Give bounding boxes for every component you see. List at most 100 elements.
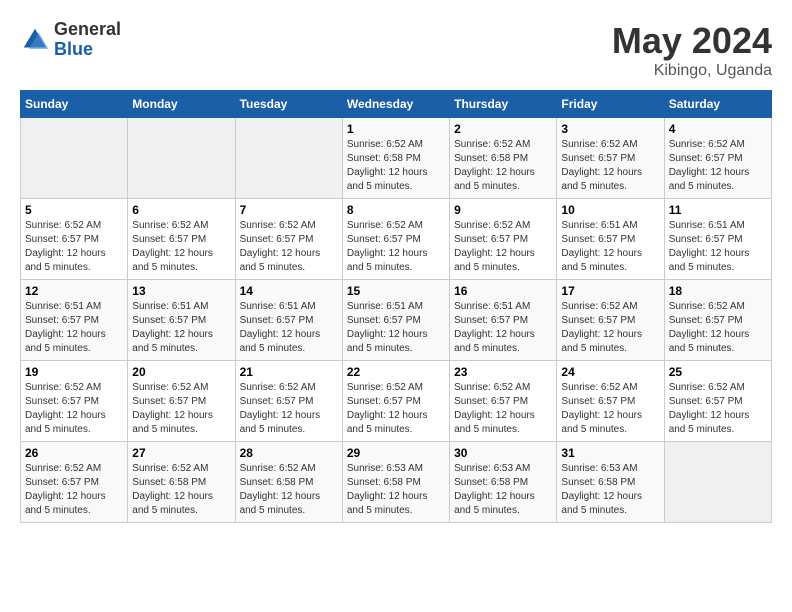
daylight-text: Daylight: 12 hours and 5 minutes. [347, 248, 428, 273]
calendar-day-cell: 12 Sunrise: 6:51 AM Sunset: 6:57 PM Dayl… [21, 280, 128, 361]
daylight-text: Daylight: 12 hours and 5 minutes. [561, 329, 642, 354]
sunset-text: Sunset: 6:57 PM [669, 315, 743, 326]
sunset-text: Sunset: 6:57 PM [132, 315, 206, 326]
calendar-header-cell: Wednesday [342, 91, 449, 118]
day-info: Sunrise: 6:52 AM Sunset: 6:58 PM Dayligh… [240, 462, 338, 518]
sunset-text: Sunset: 6:57 PM [561, 234, 635, 245]
day-info: Sunrise: 6:51 AM Sunset: 6:57 PM Dayligh… [132, 300, 230, 356]
sunrise-text: Sunrise: 6:51 AM [669, 220, 745, 231]
calendar-day-cell: 23 Sunrise: 6:52 AM Sunset: 6:57 PM Dayl… [450, 361, 557, 442]
calendar-day-cell: 25 Sunrise: 6:52 AM Sunset: 6:57 PM Dayl… [664, 361, 771, 442]
day-info: Sunrise: 6:51 AM Sunset: 6:57 PM Dayligh… [454, 300, 552, 356]
sunset-text: Sunset: 6:58 PM [454, 477, 528, 488]
calendar-header-cell: Thursday [450, 91, 557, 118]
daylight-text: Daylight: 12 hours and 5 minutes. [25, 410, 106, 435]
sunrise-text: Sunrise: 6:52 AM [25, 463, 101, 474]
calendar-body: 1 Sunrise: 6:52 AM Sunset: 6:58 PM Dayli… [21, 118, 772, 523]
sunrise-text: Sunrise: 6:52 AM [347, 382, 423, 393]
sunrise-text: Sunrise: 6:53 AM [561, 463, 637, 474]
month-year-title: May 2024 [612, 20, 772, 62]
sunset-text: Sunset: 6:57 PM [240, 315, 314, 326]
day-info: Sunrise: 6:52 AM Sunset: 6:57 PM Dayligh… [669, 381, 767, 437]
calendar-week-row: 19 Sunrise: 6:52 AM Sunset: 6:57 PM Dayl… [21, 361, 772, 442]
calendar-day-cell: 8 Sunrise: 6:52 AM Sunset: 6:57 PM Dayli… [342, 199, 449, 280]
day-number: 26 [25, 446, 123, 460]
calendar-week-row: 5 Sunrise: 6:52 AM Sunset: 6:57 PM Dayli… [21, 199, 772, 280]
daylight-text: Daylight: 12 hours and 5 minutes. [347, 167, 428, 192]
daylight-text: Daylight: 12 hours and 5 minutes. [132, 491, 213, 516]
location-title: Kibingo, Uganda [612, 62, 772, 80]
day-number: 18 [669, 284, 767, 298]
calendar-day-cell: 16 Sunrise: 6:51 AM Sunset: 6:57 PM Dayl… [450, 280, 557, 361]
sunrise-text: Sunrise: 6:51 AM [25, 301, 101, 312]
daylight-text: Daylight: 12 hours and 5 minutes. [25, 491, 106, 516]
sunrise-text: Sunrise: 6:51 AM [347, 301, 423, 312]
day-info: Sunrise: 6:51 AM Sunset: 6:57 PM Dayligh… [347, 300, 445, 356]
sunrise-text: Sunrise: 6:51 AM [132, 301, 208, 312]
calendar-header-cell: Tuesday [235, 91, 342, 118]
daylight-text: Daylight: 12 hours and 5 minutes. [240, 248, 321, 273]
day-info: Sunrise: 6:52 AM Sunset: 6:57 PM Dayligh… [240, 381, 338, 437]
sunrise-text: Sunrise: 6:52 AM [454, 220, 530, 231]
day-number: 24 [561, 365, 659, 379]
day-number: 25 [669, 365, 767, 379]
day-info: Sunrise: 6:52 AM Sunset: 6:57 PM Dayligh… [25, 381, 123, 437]
day-info: Sunrise: 6:53 AM Sunset: 6:58 PM Dayligh… [561, 462, 659, 518]
sunset-text: Sunset: 6:57 PM [669, 234, 743, 245]
daylight-text: Daylight: 12 hours and 5 minutes. [669, 248, 750, 273]
sunset-text: Sunset: 6:57 PM [132, 396, 206, 407]
daylight-text: Daylight: 12 hours and 5 minutes. [132, 329, 213, 354]
sunrise-text: Sunrise: 6:52 AM [561, 301, 637, 312]
calendar-day-cell: 14 Sunrise: 6:51 AM Sunset: 6:57 PM Dayl… [235, 280, 342, 361]
calendar-header-row: SundayMondayTuesdayWednesdayThursdayFrid… [21, 91, 772, 118]
sunrise-text: Sunrise: 6:52 AM [25, 382, 101, 393]
sunrise-text: Sunrise: 6:52 AM [132, 220, 208, 231]
calendar-day-cell: 26 Sunrise: 6:52 AM Sunset: 6:57 PM Dayl… [21, 442, 128, 523]
sunset-text: Sunset: 6:58 PM [347, 477, 421, 488]
day-number: 27 [132, 446, 230, 460]
daylight-text: Daylight: 12 hours and 5 minutes. [347, 410, 428, 435]
day-number: 28 [240, 446, 338, 460]
day-info: Sunrise: 6:51 AM Sunset: 6:57 PM Dayligh… [669, 219, 767, 275]
day-info: Sunrise: 6:52 AM Sunset: 6:57 PM Dayligh… [25, 219, 123, 275]
sunset-text: Sunset: 6:58 PM [132, 477, 206, 488]
sunset-text: Sunset: 6:57 PM [347, 315, 421, 326]
sunrise-text: Sunrise: 6:52 AM [669, 301, 745, 312]
day-info: Sunrise: 6:51 AM Sunset: 6:57 PM Dayligh… [25, 300, 123, 356]
calendar-day-cell: 4 Sunrise: 6:52 AM Sunset: 6:57 PM Dayli… [664, 118, 771, 199]
day-number: 8 [347, 203, 445, 217]
calendar-header-cell: Saturday [664, 91, 771, 118]
calendar-day-cell: 17 Sunrise: 6:52 AM Sunset: 6:57 PM Dayl… [557, 280, 664, 361]
day-number: 15 [347, 284, 445, 298]
sunrise-text: Sunrise: 6:52 AM [25, 220, 101, 231]
daylight-text: Daylight: 12 hours and 5 minutes. [669, 167, 750, 192]
day-info: Sunrise: 6:52 AM Sunset: 6:58 PM Dayligh… [454, 138, 552, 194]
logo-icon [20, 25, 50, 55]
daylight-text: Daylight: 12 hours and 5 minutes. [347, 329, 428, 354]
day-info: Sunrise: 6:51 AM Sunset: 6:57 PM Dayligh… [240, 300, 338, 356]
daylight-text: Daylight: 12 hours and 5 minutes. [132, 248, 213, 273]
day-info: Sunrise: 6:52 AM Sunset: 6:57 PM Dayligh… [454, 219, 552, 275]
logo: General Blue [20, 20, 121, 60]
sunrise-text: Sunrise: 6:52 AM [132, 463, 208, 474]
sunset-text: Sunset: 6:57 PM [240, 234, 314, 245]
day-number: 9 [454, 203, 552, 217]
day-number: 29 [347, 446, 445, 460]
day-number: 12 [25, 284, 123, 298]
sunset-text: Sunset: 6:57 PM [561, 396, 635, 407]
sunset-text: Sunset: 6:58 PM [454, 153, 528, 164]
daylight-text: Daylight: 12 hours and 5 minutes. [240, 410, 321, 435]
day-info: Sunrise: 6:52 AM Sunset: 6:57 PM Dayligh… [669, 300, 767, 356]
title-block: May 2024 Kibingo, Uganda [612, 20, 772, 80]
sunrise-text: Sunrise: 6:51 AM [454, 301, 530, 312]
day-number: 7 [240, 203, 338, 217]
calendar-day-cell [21, 118, 128, 199]
daylight-text: Daylight: 12 hours and 5 minutes. [454, 329, 535, 354]
sunset-text: Sunset: 6:57 PM [25, 234, 99, 245]
daylight-text: Daylight: 12 hours and 5 minutes. [561, 491, 642, 516]
calendar-header-cell: Friday [557, 91, 664, 118]
daylight-text: Daylight: 12 hours and 5 minutes. [669, 410, 750, 435]
sunrise-text: Sunrise: 6:52 AM [561, 382, 637, 393]
sunrise-text: Sunrise: 6:52 AM [132, 382, 208, 393]
sunset-text: Sunset: 6:57 PM [669, 153, 743, 164]
